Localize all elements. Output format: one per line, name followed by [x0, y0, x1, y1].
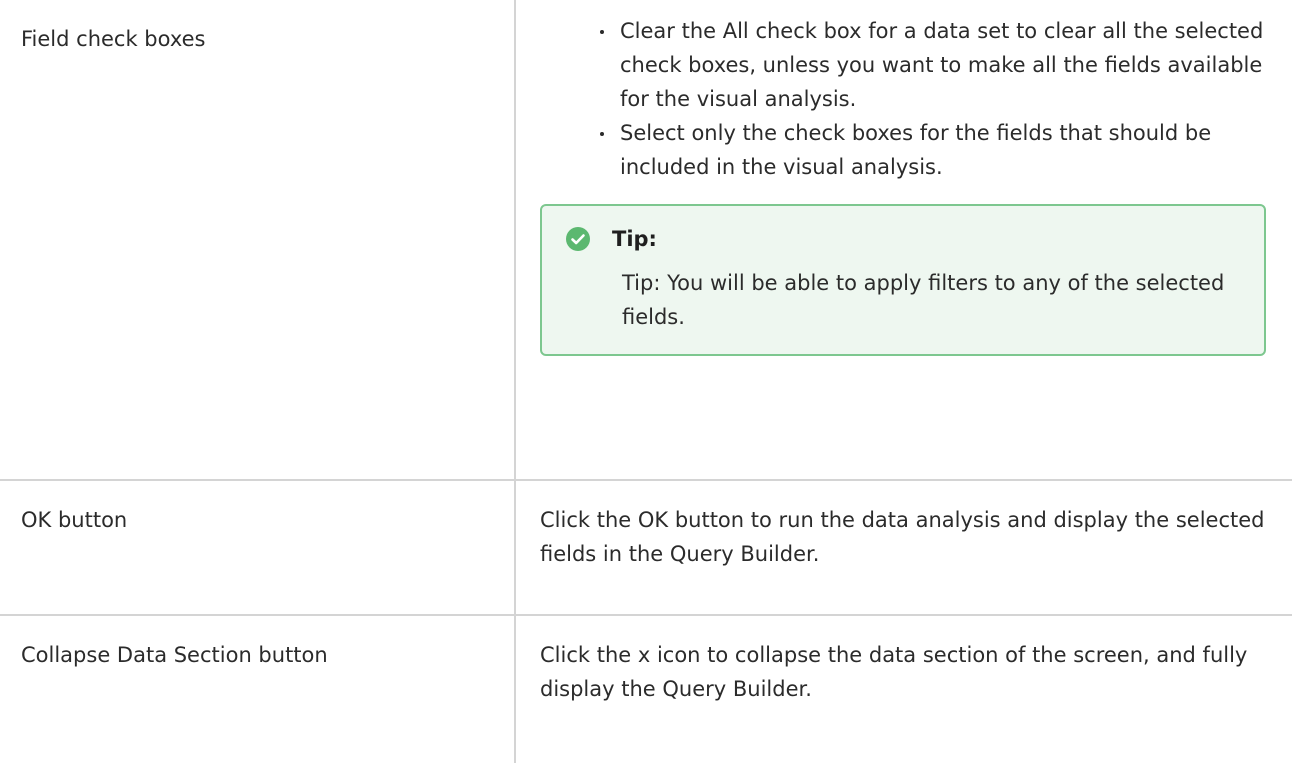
- table-row: Collapse Data Section button Click the x…: [0, 614, 1292, 763]
- field-description-cell: Click the x icon to collapse the data se…: [514, 614, 1292, 763]
- field-description-table: Field check boxes Clear the All check bo…: [0, 0, 1292, 763]
- tip-header: Tip:: [566, 222, 1244, 256]
- tip-title: Tip:: [612, 227, 657, 251]
- instruction-list: Clear the All check box for a data set t…: [540, 14, 1266, 184]
- field-name-cell: Collapse Data Section button: [0, 614, 516, 763]
- field-name-cell: Field check boxes: [0, 0, 516, 481]
- check-circle-icon: [566, 227, 590, 251]
- tip-body: Tip: You will be able to apply filters t…: [622, 271, 1225, 329]
- field-description-cell: Clear the All check box for a data set t…: [514, 0, 1292, 481]
- tip-callout: Tip: Tip: You will be able to apply filt…: [540, 204, 1266, 356]
- list-item: Clear the All check box for a data set t…: [598, 14, 1266, 116]
- table-row: Field check boxes Clear the All check bo…: [0, 0, 1292, 481]
- field-description-cell: Click the OK button to run the data anal…: [514, 479, 1292, 616]
- list-item: Select only the check boxes for the fiel…: [598, 116, 1266, 184]
- field-name-cell: OK button: [0, 479, 516, 616]
- table-row: OK button Click the OK button to run the…: [0, 479, 1292, 616]
